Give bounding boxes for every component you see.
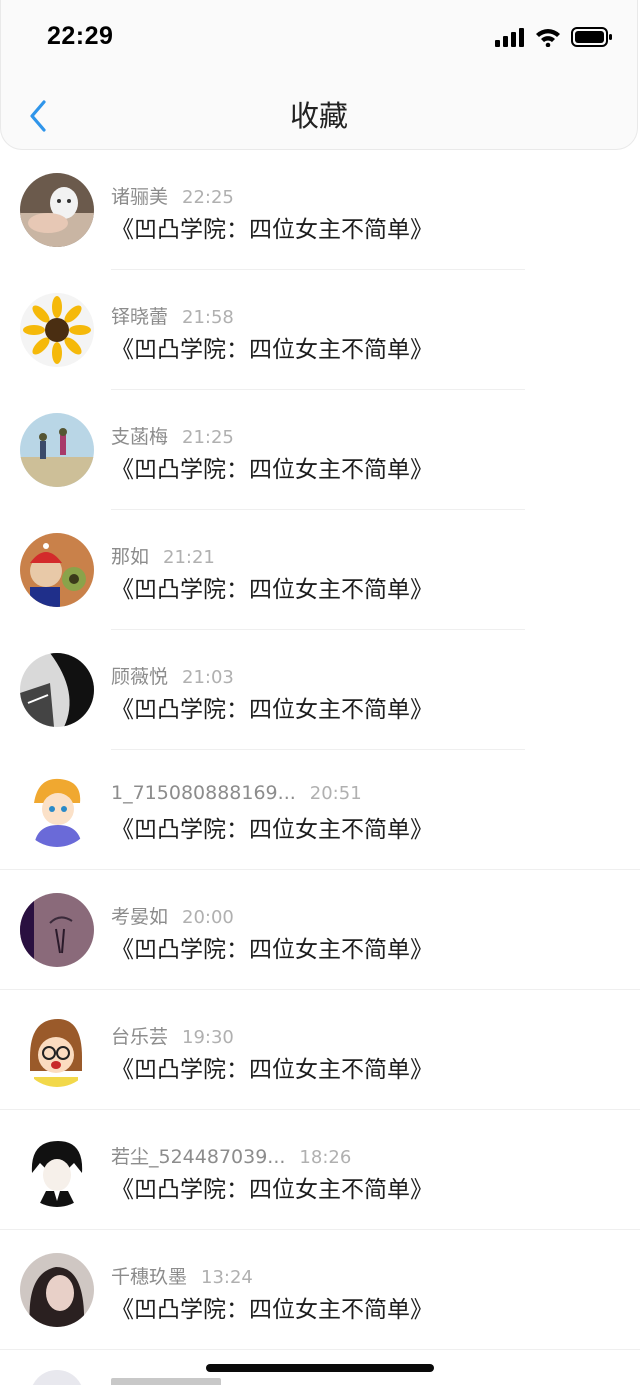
item-time: 19:30 <box>182 1027 234 1048</box>
item-title: 《凹凸学院：四位女主不简单》 <box>111 457 433 483</box>
item-author-name: 台乐芸 <box>111 1026 169 1048</box>
item-author-name: 1_715080888169... <box>111 782 296 804</box>
item-author: 铎晓蕾 21:58 <box>111 302 234 329</box>
item-title: 《凹凸学院：四位女主不简单》 <box>111 817 433 843</box>
item-title: 《凹凸学院：四位女主不简单》 <box>111 577 433 603</box>
avatar <box>20 173 94 247</box>
item-author-name: 考晏如 <box>111 906 169 928</box>
wifi-icon <box>536 29 560 47</box>
item-title: 《凹凸学院：四位女主不简单》 <box>111 697 433 723</box>
item-author: 千穗玖墨 13:24 <box>111 1262 253 1289</box>
item-author: 考晏如 20:00 <box>111 902 234 929</box>
list-item[interactable]: 那如 21:21 《凹凸学院：四位女主不简单》 <box>0 510 640 630</box>
item-author: 台乐芸 19:30 <box>111 1022 234 1049</box>
item-author-name: 若尘_524487039... <box>111 1146 286 1168</box>
list-item[interactable]: 铎晓蕾 21:58 《凹凸学院：四位女主不简单》 <box>0 270 640 390</box>
avatar <box>20 653 94 727</box>
next-item-preview <box>111 1378 221 1385</box>
item-time: 21:25 <box>182 427 234 448</box>
list-item[interactable]: 千穗玖墨 13:24 《凹凸学院：四位女主不简单》 <box>0 1230 640 1350</box>
item-title: 《凹凸学院：四位女主不简单》 <box>111 937 433 963</box>
signal-icon <box>495 28 524 47</box>
list-item[interactable]: 台乐芸 19:30 《凹凸学院：四位女主不简单》 <box>0 990 640 1110</box>
item-title: 《凹凸学院：四位女主不简单》 <box>111 1177 433 1203</box>
avatar <box>20 893 94 967</box>
avatar <box>20 1253 94 1327</box>
battery-icon <box>571 27 612 47</box>
item-author-name: 千穗玖墨 <box>111 1266 188 1288</box>
list-item[interactable]: 若尘_524487039... 18:26 《凹凸学院：四位女主不简单》 <box>0 1110 640 1230</box>
avatar <box>20 1013 94 1087</box>
avatar <box>20 413 94 487</box>
item-time: 13:24 <box>201 1267 253 1288</box>
item-author: 若尘_524487039... 18:26 <box>111 1142 351 1169</box>
list-item[interactable]: 考晏如 20:00 《凹凸学院：四位女主不简单》 <box>0 870 640 990</box>
header: 22:29 收藏 <box>0 0 638 150</box>
item-author-name: 顾薇悦 <box>111 666 169 688</box>
item-time: 21:21 <box>163 547 215 568</box>
item-author: 支菡梅 21:25 <box>111 422 234 449</box>
avatar <box>20 773 94 847</box>
list-item[interactable]: 支菡梅 21:25 《凹凸学院：四位女主不简单》 <box>0 390 640 510</box>
divider <box>0 1349 640 1350</box>
item-author-name: 诸骊美 <box>111 186 169 208</box>
avatar <box>20 533 94 607</box>
avatar <box>20 293 94 367</box>
page-title: 收藏 <box>289 99 348 133</box>
item-time: 18:26 <box>299 1147 352 1168</box>
item-author: 那如 21:21 <box>111 542 215 569</box>
favorites-list: 诸骊美 22:25 《凹凸学院：四位女主不简单》 铎晓蕾 21:58 《凹凸学院… <box>0 150 640 1350</box>
status-icons <box>495 26 613 48</box>
list-item[interactable]: 顾薇悦 21:03 《凹凸学院：四位女主不简单》 <box>0 630 640 750</box>
item-author: 顾薇悦 21:03 <box>111 662 234 689</box>
item-author-name: 支菡梅 <box>111 426 169 448</box>
item-author: 诸骊美 22:25 <box>111 182 234 209</box>
item-title: 《凹凸学院：四位女主不简单》 <box>111 337 433 363</box>
item-time: 22:25 <box>182 187 234 208</box>
item-author-name: 那如 <box>111 546 150 568</box>
item-author: 1_715080888169... 20:51 <box>111 782 362 804</box>
avatar <box>20 1133 94 1207</box>
next-item-avatar <box>30 1370 84 1385</box>
item-time: 20:00 <box>182 907 234 928</box>
list-item[interactable]: 1_715080888169... 20:51 《凹凸学院：四位女主不简单》 <box>0 750 640 870</box>
item-title: 《凹凸学院：四位女主不简单》 <box>111 1297 433 1323</box>
item-author-name: 铎晓蕾 <box>111 306 169 328</box>
item-title: 《凹凸学院：四位女主不简单》 <box>111 1057 433 1083</box>
item-time: 21:58 <box>182 307 234 328</box>
favorites-screen: 22:29 收藏 诸骊美 22:25 《凹凸学院：四位女主不简单》 铎晓蕾 21… <box>0 0 640 1385</box>
item-title: 《凹凸学院：四位女主不简单》 <box>111 217 433 243</box>
item-time: 20:51 <box>309 783 362 804</box>
item-time: 21:03 <box>182 667 234 688</box>
list-item[interactable]: 诸骊美 22:25 《凹凸学院：四位女主不简单》 <box>0 150 640 270</box>
status-time: 22:29 <box>47 22 114 50</box>
home-indicator[interactable] <box>206 1364 434 1372</box>
